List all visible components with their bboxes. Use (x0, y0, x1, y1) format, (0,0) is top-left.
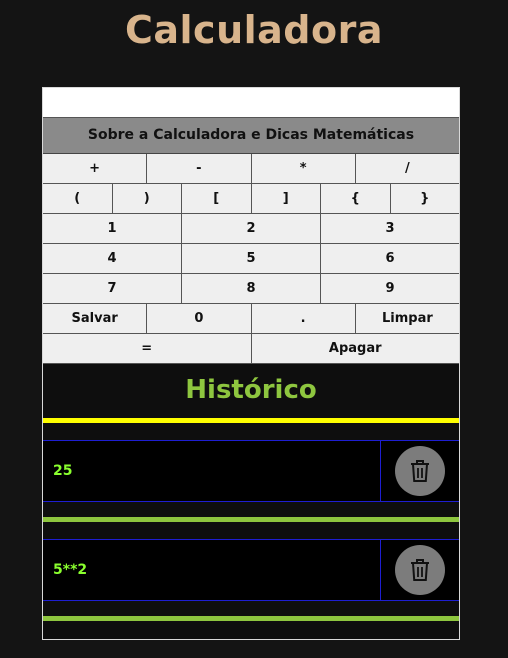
history-item: 5**2 (43, 539, 459, 601)
digit-1-key[interactable]: 1 (43, 214, 182, 244)
digit-6-key[interactable]: 6 (321, 244, 459, 274)
open-bracket-key[interactable]: [ (182, 184, 252, 214)
operators-row: + - * / (43, 154, 459, 184)
actions-row: Salvar 0 . Limpar (43, 304, 459, 334)
plus-key[interactable]: + (43, 154, 148, 184)
history-divider (43, 418, 459, 423)
history-item: 25 (43, 440, 459, 502)
brackets-row: ( ) [ ] { } (43, 184, 459, 214)
equals-row: = Apagar (43, 334, 459, 364)
close-paren-key[interactable]: ) (112, 184, 182, 214)
digit-9-key[interactable]: 9 (321, 274, 459, 304)
open-paren-key[interactable]: ( (43, 184, 113, 214)
close-brace-key[interactable]: } (390, 184, 459, 214)
clear-button[interactable]: Limpar (355, 304, 459, 334)
trash-icon (411, 460, 429, 482)
backspace-button[interactable]: Apagar (251, 334, 459, 364)
digits-row-2: 4 5 6 (43, 244, 459, 274)
delete-history-button[interactable] (395, 446, 445, 496)
digit-3-key[interactable]: 3 (321, 214, 459, 244)
multiply-key[interactable]: * (251, 154, 356, 184)
about-button[interactable]: Sobre a Calculadora e Dicas Matemáticas (43, 118, 459, 154)
history-delete-cell (381, 441, 459, 501)
calculator: Sobre a Calculadora e Dicas Matemáticas … (42, 87, 460, 640)
equals-key[interactable]: = (43, 334, 252, 364)
digit-2-key[interactable]: 2 (182, 214, 321, 244)
digits-row-3: 7 8 9 (43, 274, 459, 304)
save-button[interactable]: Salvar (43, 304, 148, 334)
history-expression[interactable]: 25 (43, 441, 381, 501)
digit-5-key[interactable]: 5 (182, 244, 321, 274)
history-separator (43, 616, 459, 621)
display-input[interactable] (43, 88, 459, 118)
history-title: Histórico (185, 375, 317, 405)
trash-icon (411, 559, 429, 581)
digit-0-key[interactable]: 0 (147, 304, 252, 334)
close-bracket-key[interactable]: ] (251, 184, 321, 214)
history-delete-cell (381, 540, 459, 600)
delete-history-button[interactable] (395, 545, 445, 595)
decimal-point-key[interactable]: . (251, 304, 356, 334)
open-brace-key[interactable]: { (321, 184, 391, 214)
digit-4-key[interactable]: 4 (43, 244, 182, 274)
digits-row-1: 1 2 3 (43, 214, 459, 244)
minus-key[interactable]: - (147, 154, 252, 184)
digit-7-key[interactable]: 7 (43, 274, 182, 304)
history-expression[interactable]: 5**2 (43, 540, 381, 600)
history-separator (43, 517, 459, 522)
digit-8-key[interactable]: 8 (182, 274, 321, 304)
divide-key[interactable]: / (355, 154, 459, 184)
app-title: Calculadora (125, 8, 383, 52)
